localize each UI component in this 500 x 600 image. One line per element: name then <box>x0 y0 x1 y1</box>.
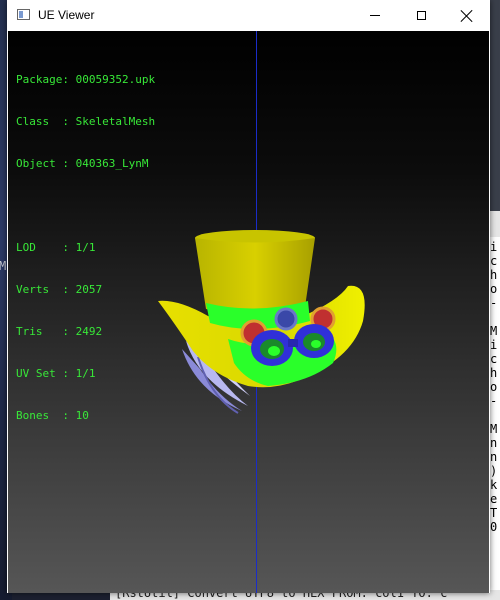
title-bar[interactable]: UE Viewer <box>7 0 490 31</box>
info-lod: LOD : 1/1 <box>16 241 96 254</box>
3d-viewport[interactable]: Package: 00059352.upk Class : SkeletalMe… <box>8 31 489 593</box>
tris-value: 2492 <box>75 325 103 338</box>
background-text-glyph: M <box>0 259 7 273</box>
close-icon <box>461 10 473 22</box>
hat-crown <box>195 238 315 314</box>
class-value: SkeletalMesh <box>75 115 156 128</box>
minimize-icon <box>370 15 380 16</box>
background-text-line: ) <box>490 464 498 478</box>
info-tris: Tris : 2492 <box>16 325 103 338</box>
background-text-line: n <box>490 450 498 464</box>
info-verts: Verts : 2057 <box>16 283 103 296</box>
ue-viewer-window: UE Viewer Package: 00059352.upk Class : … <box>7 0 490 593</box>
background-text-line: - <box>490 394 498 408</box>
background-text-line: M <box>490 422 498 436</box>
mesh-info-overlay: Package: 00059352.upk Class : SkeletalMe… <box>16 45 155 451</box>
minimize-button[interactable] <box>352 0 398 31</box>
background-window-text: i c h o - Mi c h o - Mn n) k e T 0 <box>490 240 500 534</box>
background-text-line: - <box>490 296 498 310</box>
background-text-line: 0 <box>490 520 498 534</box>
package-value: 00059352.upk <box>75 73 156 86</box>
background-text-line <box>490 310 500 324</box>
info-bones: Bones : 10 <box>16 409 89 422</box>
background-text-line: e <box>490 492 498 506</box>
close-button[interactable] <box>444 0 490 31</box>
background-text-line <box>490 408 500 422</box>
info-package: Package: 00059352.upk <box>16 73 156 86</box>
background-window-scrollbar[interactable] <box>489 211 500 237</box>
background-text-line: i <box>490 240 498 254</box>
verts-value: 2057 <box>75 283 103 296</box>
background-text-line: o <box>490 380 498 394</box>
background-text-line: h <box>490 268 498 282</box>
maximize-icon <box>416 11 426 20</box>
background-text-line: c <box>490 352 498 366</box>
info-class: Class : SkeletalMesh <box>16 115 156 128</box>
lod-value: 1/1 <box>75 241 96 254</box>
background-text-line: i <box>490 338 498 352</box>
background-text-line: n <box>490 436 498 450</box>
background-text-line: h <box>490 366 498 380</box>
background-text-line: c <box>490 254 498 268</box>
object-value: 040363_LynM <box>75 157 149 170</box>
background-text-line: k <box>490 478 498 492</box>
info-object: Object : 040363_LynM <box>16 157 149 170</box>
app-window-icon <box>17 9 30 20</box>
gear-center <box>274 307 298 331</box>
info-uvset: UV Set : 1/1 <box>16 367 96 380</box>
maximize-button[interactable] <box>398 0 444 31</box>
background-text-line: T <box>490 506 498 520</box>
bones-value: 10 <box>75 409 89 422</box>
top-hat-mesh-render <box>158 230 365 414</box>
window-title: UE Viewer <box>38 8 95 22</box>
background-text-line: M <box>490 324 498 338</box>
uvset-value: 1/1 <box>75 367 96 380</box>
background-text-line: o <box>490 282 498 296</box>
